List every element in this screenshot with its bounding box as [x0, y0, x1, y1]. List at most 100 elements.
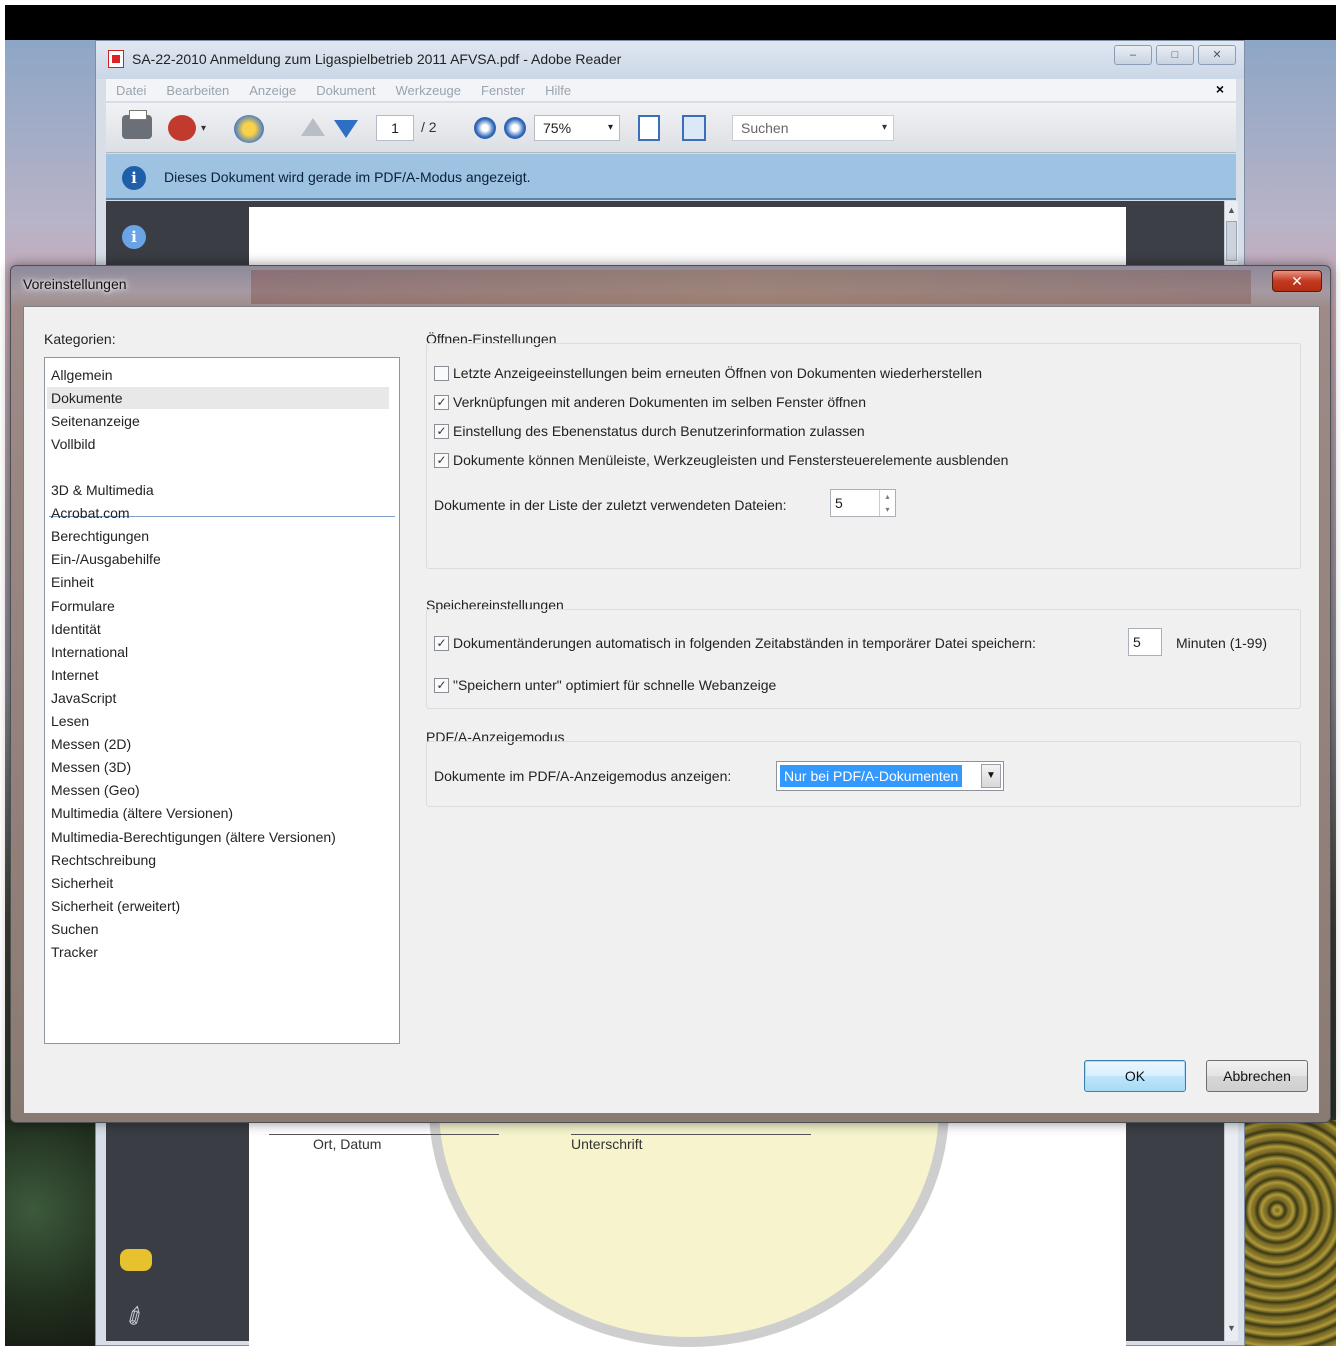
menu-fenster[interactable]: Fenster — [481, 83, 525, 98]
ok-button[interactable]: OK — [1084, 1060, 1186, 1092]
maximize-button[interactable]: □ — [1156, 45, 1194, 65]
category-item[interactable]: Messen (Geo) — [51, 779, 140, 801]
check-restore-view[interactable]: Letzte Anzeigeeinstellungen beim erneute… — [434, 365, 982, 381]
print-icon[interactable] — [122, 110, 152, 139]
checkbox[interactable]: ✓ — [434, 635, 449, 651]
category-item[interactable]: Acrobat.com — [51, 502, 130, 524]
category-item[interactable]: Formulare — [51, 595, 115, 617]
category-item[interactable]: Messen (2D) — [51, 733, 131, 755]
collaborate-icon[interactable] — [234, 115, 264, 143]
checkbox-label: Verknüpfungen mit anderen Dokumenten im … — [453, 394, 866, 410]
page-total-label: / 2 — [421, 119, 437, 135]
check-hide-menubar[interactable]: ✓ Dokumente können Menüleiste, Werkzeugl… — [434, 452, 1008, 468]
desktop-top-bar — [5, 5, 1336, 40]
checkbox[interactable]: ✓ — [434, 452, 449, 468]
checkbox[interactable] — [434, 365, 449, 381]
category-item[interactable]: Lesen — [51, 710, 89, 732]
comments-icon[interactable] — [120, 1249, 152, 1271]
checkbox-label: Letzte Anzeigeeinstellungen beim erneute… — [453, 365, 982, 381]
scroll-down-icon[interactable]: ▼ — [1227, 1323, 1236, 1333]
zoom-out-icon[interactable] — [474, 117, 496, 139]
menu-datei[interactable]: Datei — [116, 83, 146, 98]
info-icon[interactable]: i — [122, 225, 146, 249]
chevron-down-icon[interactable]: ▾ — [882, 116, 887, 140]
fit-width-icon[interactable] — [682, 115, 706, 141]
fit-page-icon[interactable] — [638, 115, 660, 141]
category-item[interactable]: Sicherheit (erweitert) — [51, 895, 180, 917]
spin-down-icon[interactable]: ▾ — [880, 503, 895, 516]
pdf-file-icon — [108, 50, 124, 68]
chevron-down-icon[interactable]: ▾ — [608, 116, 613, 140]
chevron-down-icon[interactable]: ▾ — [201, 123, 206, 134]
spin-up-icon[interactable]: ▴ — [880, 490, 895, 503]
info-icon: i — [122, 166, 146, 190]
category-item[interactable]: Suchen — [51, 918, 98, 940]
category-item[interactable]: Identität — [51, 618, 101, 640]
minimize-button[interactable]: – — [1114, 45, 1152, 65]
pdfa-mode-select[interactable]: Nur bei PDF/A-Dokumenten ▼ — [776, 761, 1004, 791]
desktop-wallpaper-left — [5, 1120, 100, 1346]
menubar: Datei Bearbeiten Anzeige Dokument Werkze… — [106, 79, 1236, 101]
close-icon[interactable]: ✕ — [1272, 270, 1322, 292]
reader-titlebar[interactable]: SA-22-2010 Anmeldung zum Ligaspielbetrie… — [96, 41, 1244, 79]
category-item[interactable]: JavaScript — [51, 687, 116, 709]
dialog-content: Kategorien: Allgemein Dokumente Seitenan… — [23, 306, 1320, 1114]
category-item[interactable]: Berechtigungen — [51, 525, 149, 547]
scroll-up-icon[interactable]: ▲ — [1227, 205, 1236, 215]
close-window-button[interactable]: ✕ — [1198, 45, 1236, 65]
checkbox[interactable]: ✓ — [434, 677, 449, 693]
menu-anzeige[interactable]: Anzeige — [249, 83, 296, 98]
next-page-icon[interactable] — [334, 120, 358, 138]
spin-buttons[interactable]: ▴ ▾ — [879, 490, 895, 516]
category-item[interactable]: Sicherheit — [51, 872, 113, 894]
toolbar: ▾ 1 / 2 75% ▾ Suchen ▾ — [106, 103, 1236, 153]
check-save-as-web[interactable]: ✓ "Speichern unter" optimiert für schnel… — [434, 677, 776, 693]
save-settings-group — [426, 609, 1301, 709]
category-item[interactable]: Internet — [51, 664, 98, 686]
check-layer-state[interactable]: ✓ Einstellung des Ebenenstatus durch Ben… — [434, 423, 865, 439]
checkbox[interactable]: ✓ — [434, 423, 449, 439]
category-item[interactable]: Rechtschreibung — [51, 849, 156, 871]
checkbox[interactable]: ✓ — [434, 394, 449, 410]
categories-list[interactable]: Allgemein Dokumente Seitenanzeige Vollbi… — [44, 357, 400, 1044]
dialog-titlebar[interactable] — [251, 270, 1251, 304]
category-item[interactable]: International — [51, 641, 128, 663]
search-input[interactable]: Suchen ▾ — [732, 115, 894, 141]
create-pdf-icon[interactable] — [168, 115, 196, 141]
category-item[interactable]: Multimedia-Berechtigungen (ältere Versio… — [51, 826, 336, 848]
checkbox-label: Einstellung des Ebenenstatus durch Benut… — [453, 423, 865, 439]
close-document-icon[interactable]: × — [1216, 81, 1224, 97]
page-number-input[interactable]: 1 — [376, 115, 414, 141]
ort-datum-label: Ort, Datum — [313, 1136, 382, 1152]
autosave-minutes-input[interactable]: 5 — [1128, 628, 1162, 656]
category-item[interactable]: Vollbild — [51, 433, 95, 455]
category-item[interactable]: Allgemein — [51, 364, 112, 386]
cancel-button[interactable]: Abbrechen — [1206, 1060, 1308, 1092]
category-item[interactable]: Tracker — [51, 941, 98, 963]
category-item[interactable]: Messen (3D) — [51, 756, 131, 778]
category-item[interactable]: Seitenanzeige — [51, 410, 140, 432]
zoom-select[interactable]: 75% ▾ — [534, 115, 620, 141]
chevron-down-icon[interactable]: ▼ — [981, 764, 1001, 788]
category-item[interactable]: Ein-/Ausgabehilfe — [51, 548, 161, 570]
attachment-icon[interactable]: ✐ — [120, 1300, 152, 1335]
menu-hilfe[interactable]: Hilfe — [545, 83, 571, 98]
category-item[interactable]: Multimedia (ältere Versionen) — [51, 802, 233, 824]
menu-werkzeuge[interactable]: Werkzeuge — [395, 83, 461, 98]
zoom-in-icon[interactable] — [504, 117, 526, 139]
category-item-selected[interactable]: Dokumente — [47, 387, 389, 409]
category-item[interactable]: 3D & Multimedia — [51, 479, 154, 501]
category-item[interactable]: Einheit — [51, 571, 94, 593]
check-links-same-window[interactable]: ✓ Verknüpfungen mit anderen Dokumenten i… — [434, 394, 866, 410]
watermark-shield — [429, 1107, 949, 1347]
desktop-wallpaper-right — [1238, 1120, 1336, 1346]
preferences-dialog: Voreinstellungen ✕ Kategorien: Allgemein… — [10, 265, 1331, 1123]
previous-page-icon[interactable] — [301, 118, 325, 136]
check-autosave[interactable]: ✓ Dokumentänderungen automatisch in folg… — [434, 635, 1036, 651]
menu-bearbeiten[interactable]: Bearbeiten — [166, 83, 229, 98]
pdfa-mode-value: Nur bei PDF/A-Dokumenten — [780, 765, 963, 787]
signature-line-right — [571, 1134, 811, 1135]
menu-dokument[interactable]: Dokument — [316, 83, 375, 98]
recent-files-stepper[interactable]: 5 ▴ ▾ — [830, 489, 896, 517]
scroll-thumb[interactable] — [1226, 221, 1237, 261]
